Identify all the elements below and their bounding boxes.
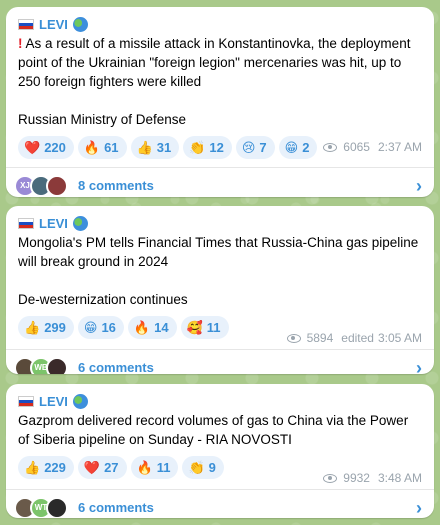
comments-count: 6 comments [78,500,154,515]
fire-icon: 🔥 [133,319,151,335]
comments-button[interactable]: WT 6 comments › [6,489,434,518]
comments-button[interactable]: XJ 8 comments › [6,167,434,197]
avatar [46,496,68,518]
message-time: 3:48 AM [377,471,422,485]
reaction-thumbs-up[interactable]: 👍 229 [18,455,74,479]
fire-icon: 🔥 [83,139,101,155]
reactions: 👍 229 ❤️ 27 🔥 11 👏 9 [18,455,323,479]
sender-name[interactable]: LEVI [39,394,68,409]
reaction-thumbs-up[interactable]: 👍 299 [18,315,74,339]
message-paragraph: De-westernization continues [18,292,188,307]
views-icon [323,142,338,152]
crying-face-icon: 😢 [241,139,256,155]
reaction-clap[interactable]: 👏 9 [182,455,224,479]
chevron-right-icon: › [416,357,422,375]
message-meta: 5894 edited 3:05 AM [286,331,422,345]
edited-label: edited [341,331,374,345]
message-sender: LEVI [18,214,422,232]
russia-flag-icon [18,217,34,229]
views-icon [286,333,301,343]
heart-icon: ❤️ [24,139,41,155]
thumbs-up-icon: 👍 [24,459,41,475]
reaction-grin[interactable]: 😁 16 [77,315,124,339]
clap-icon: 👏 [189,139,206,155]
commenter-avatars: WT [14,496,68,518]
message-paragraph: Russian Ministry of Defense [18,112,187,127]
reaction-count: 16 [101,319,116,335]
thumbs-up-icon: 👍 [136,139,153,155]
reaction-heart[interactable]: ❤️ 220 [18,135,74,159]
message-text: Gazprom delivered record volumes of gas … [18,411,422,449]
sender-name[interactable]: LEVI [39,17,68,32]
thumbs-up-icon: 👍 [24,319,41,335]
message-sender: LEVI [18,15,422,33]
avatar [46,356,68,374]
reaction-count: 31 [156,139,172,155]
chevron-right-icon: › [416,175,422,196]
reaction-count: 220 [44,139,66,155]
reaction-count: 9 [208,459,216,475]
clap-icon: 👏 [188,459,205,475]
reaction-count: 11 [156,459,171,475]
message-meta: 6065 2:37 AM [323,140,422,154]
globe-icon [72,215,88,231]
reaction-clap[interactable]: 👏 12 [183,135,232,159]
reaction-count: 12 [209,139,224,155]
message-card[interactable]: LEVI ! As a result of a missile attack in… [6,7,434,197]
message-text: ! As a result of a missile attack in Kons… [18,34,422,129]
reaction-cry[interactable]: 😢 7 [235,135,275,159]
reaction-count: 299 [44,319,66,335]
globe-icon [72,393,88,409]
reaction-fire[interactable]: 🔥 14 [127,315,177,339]
reaction-count: 11 [206,319,221,335]
commenter-avatars: XJ [14,174,68,197]
views-icon [323,473,338,483]
message-card[interactable]: LEVI Gazprom delivered record volumes of… [6,384,434,518]
reaction-count: 27 [104,459,119,475]
reaction-fire[interactable]: 🔥 61 [77,135,127,159]
message-paragraph: Mongolia's PM tells Financial Times that… [18,235,419,269]
reaction-count: 14 [154,319,169,335]
russia-flag-icon [18,18,34,30]
message-paragraph: As a result of a missile attack in Konst… [18,36,411,89]
view-count: 6065 [343,140,370,154]
reaction-count: 7 [259,139,267,155]
reaction-love[interactable]: 🥰 11 [180,315,229,339]
grin-icon: 😁 [284,139,299,155]
reaction-count: 61 [104,139,119,155]
view-count: 9932 [343,471,370,485]
comments-count: 6 comments [78,360,154,374]
message-sender: LEVI [18,392,422,410]
smiling-hearts-icon: 🥰 [186,319,203,335]
avatar [46,174,68,197]
reactions: ❤️ 220 🔥 61 👍 31 👏 12 😢 7 😁 2 [18,135,323,159]
sender-name[interactable]: LEVI [39,216,68,231]
comments-count: 8 comments [78,178,154,193]
commenter-avatars: WB [14,356,68,374]
message-paragraph: Gazprom delivered record volumes of gas … [18,413,409,447]
message-time: 2:37 AM [377,140,422,154]
grin-icon: 😁 [83,319,98,335]
russia-flag-icon [18,395,34,407]
reactions: 👍 299 😁 16 🔥 14 🥰 11 [18,315,287,339]
reaction-fire[interactable]: 🔥 11 [130,455,179,479]
globe-icon [72,16,88,32]
message-text: Mongolia's PM tells Financial Times that… [18,233,422,309]
fire-icon: 🔥 [136,459,153,475]
message-meta: 9932 3:48 AM [323,471,422,485]
message-card[interactable]: LEVI Mongolia's PM tells Financial Times… [6,206,434,374]
reaction-thumbs-up[interactable]: 👍 31 [130,135,180,159]
reaction-grin[interactable]: 😁 2 [278,135,318,159]
reaction-count: 2 [302,139,310,155]
view-count: 5894 [306,331,334,345]
chevron-right-icon: › [416,497,422,518]
message-time: 3:05 AM [377,331,422,345]
heart-icon: ❤️ [83,459,101,475]
reaction-count: 229 [44,459,66,475]
reaction-heart[interactable]: ❤️ 27 [77,455,127,479]
exclamation-icon: ! [18,36,23,51]
comments-button[interactable]: WB 6 comments › [6,349,434,374]
